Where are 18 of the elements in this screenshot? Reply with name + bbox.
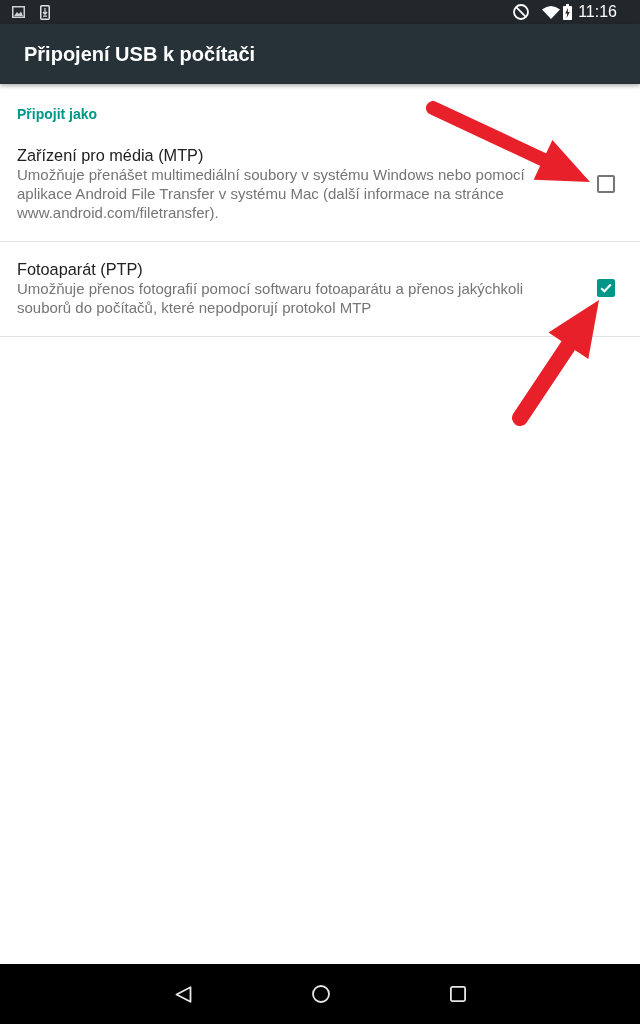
prohibited-icon xyxy=(513,4,530,20)
battery-charging-icon xyxy=(563,4,573,20)
checkbox[interactable] xyxy=(597,279,615,297)
status-time: 11:16 xyxy=(578,3,617,21)
home-icon[interactable] xyxy=(311,985,330,1003)
phone-download-icon xyxy=(40,4,50,20)
category-title: Připojit jako xyxy=(17,106,98,122)
option-description: Umožňuje přenos fotografií pomocí softwaru fotoaparátu a přenos jakýchkoli souborů do počítačů, které nepodporují protokol MTP xyxy=(17,279,525,317)
recents-icon[interactable] xyxy=(449,986,466,1002)
back-icon[interactable] xyxy=(174,985,192,1003)
option-title: Zařízení pro média (MTP) xyxy=(17,145,205,165)
app-bar-title: Připojení USB k počítači xyxy=(24,42,256,66)
option-title: Fotoaparát (PTP) xyxy=(17,259,144,279)
checkbox[interactable] xyxy=(597,174,615,193)
option-description: Umožňuje přenášet multimediální soubory v systému Windows nebo pomocí aplikace Android File Transfer v systému Mac (další informace na stránce www.android.com/filetransfer). xyxy=(17,165,526,222)
wifi-icon xyxy=(542,5,561,19)
image-icon xyxy=(12,6,25,18)
check-icon xyxy=(600,283,612,293)
